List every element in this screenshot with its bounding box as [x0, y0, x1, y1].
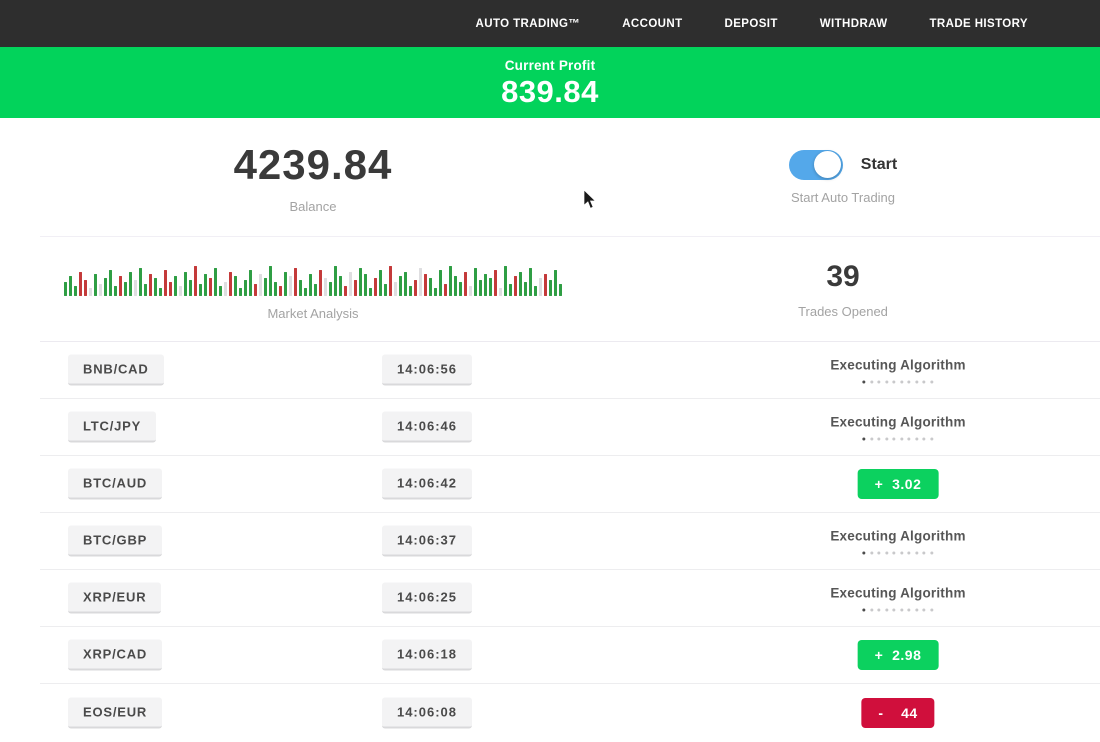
toggle-knob [814, 151, 841, 178]
current-profit-banner: Current Profit 839.84 [0, 47, 1100, 118]
trade-status: - 44 [861, 698, 934, 728]
trade-status: Executing Algorithm [830, 414, 965, 441]
progress-dots [830, 552, 965, 555]
profit-badge: + 2.98 [858, 640, 939, 670]
executing-algorithm-label: Executing Algorithm [830, 358, 965, 373]
auto-trading-toggle[interactable] [789, 150, 843, 180]
nav-item-account[interactable]: ACCOUNT [622, 18, 682, 30]
top-navbar: AUTO TRADING™ ACCOUNT DEPOSIT WITHDRAW T… [0, 0, 1100, 47]
trade-row: BNB/CAD 14:06:56 Executing Algorithm [40, 342, 1100, 399]
auto-trading-label: Start Auto Trading [586, 190, 1100, 205]
time-badge: 14:06:08 [382, 697, 472, 728]
loss-badge: - 44 [861, 698, 934, 728]
trade-row: XRP/CAD 14:06:18 + 2.98 [40, 627, 1100, 684]
trade-status: Executing Algorithm [830, 585, 965, 612]
market-analysis-chart [40, 258, 586, 296]
trade-row: BTC/GBP 14:06:37 Executing Algorithm [40, 513, 1100, 570]
profit-badge: + 3.02 [858, 469, 939, 499]
pair-badge: BTC/GBP [68, 526, 162, 557]
current-profit-label: Current Profit [0, 58, 1100, 73]
trade-row: XRP/EUR 14:06:25 Executing Algorithm [40, 570, 1100, 627]
trades-opened-label: Trades Opened [586, 304, 1100, 319]
pair-badge: BNB/CAD [68, 355, 164, 386]
trades-opened-value: 39 [586, 260, 1100, 294]
progress-dots [830, 381, 965, 384]
trade-status: + 2.98 [858, 640, 939, 670]
time-badge: 14:06:42 [382, 469, 472, 500]
pair-badge: XRP/EUR [68, 583, 161, 614]
nav-item-withdraw[interactable]: WITHDRAW [820, 18, 888, 30]
pair-badge: BTC/AUD [68, 469, 162, 500]
pair-badge: EOS/EUR [68, 697, 162, 728]
auto-trading-toggle-label: Start [861, 156, 897, 174]
time-badge: 14:06:25 [382, 583, 472, 614]
current-profit-value: 839.84 [0, 74, 1100, 110]
market-analysis-label: Market Analysis [40, 306, 586, 321]
time-badge: 14:06:37 [382, 526, 472, 557]
stats-section: 4239.84 Balance Start Start Auto Trading… [40, 118, 1100, 342]
progress-dots [830, 438, 965, 441]
nav-item-deposit[interactable]: DEPOSIT [725, 18, 778, 30]
pair-badge: LTC/JPY [68, 412, 156, 443]
trade-row: BTC/AUD 14:06:42 + 3.02 [40, 456, 1100, 513]
time-badge: 14:06:56 [382, 355, 472, 386]
balance-label: Balance [40, 199, 586, 214]
trade-row: EOS/EUR 14:06:08 - 44 [40, 684, 1100, 741]
executing-algorithm-label: Executing Algorithm [830, 586, 965, 601]
time-badge: 14:06:18 [382, 640, 472, 671]
trade-row: LTC/JPY 14:06:46 Executing Algorithm [40, 399, 1100, 456]
progress-dots [830, 609, 965, 612]
executing-algorithm-label: Executing Algorithm [830, 415, 965, 430]
executing-algorithm-label: Executing Algorithm [830, 529, 965, 544]
trades-list: BNB/CAD 14:06:56 Executing Algorithm LTC… [40, 342, 1100, 741]
balance-value: 4239.84 [40, 141, 586, 189]
nav-item-auto-trading[interactable]: AUTO TRADING™ [476, 18, 581, 30]
trade-status: Executing Algorithm [830, 528, 965, 555]
pair-badge: XRP/CAD [68, 640, 162, 671]
trade-status: + 3.02 [858, 469, 939, 499]
trade-status: Executing Algorithm [830, 357, 965, 384]
nav-item-trade-history[interactable]: TRADE HISTORY [930, 18, 1029, 30]
time-badge: 14:06:46 [382, 412, 472, 443]
